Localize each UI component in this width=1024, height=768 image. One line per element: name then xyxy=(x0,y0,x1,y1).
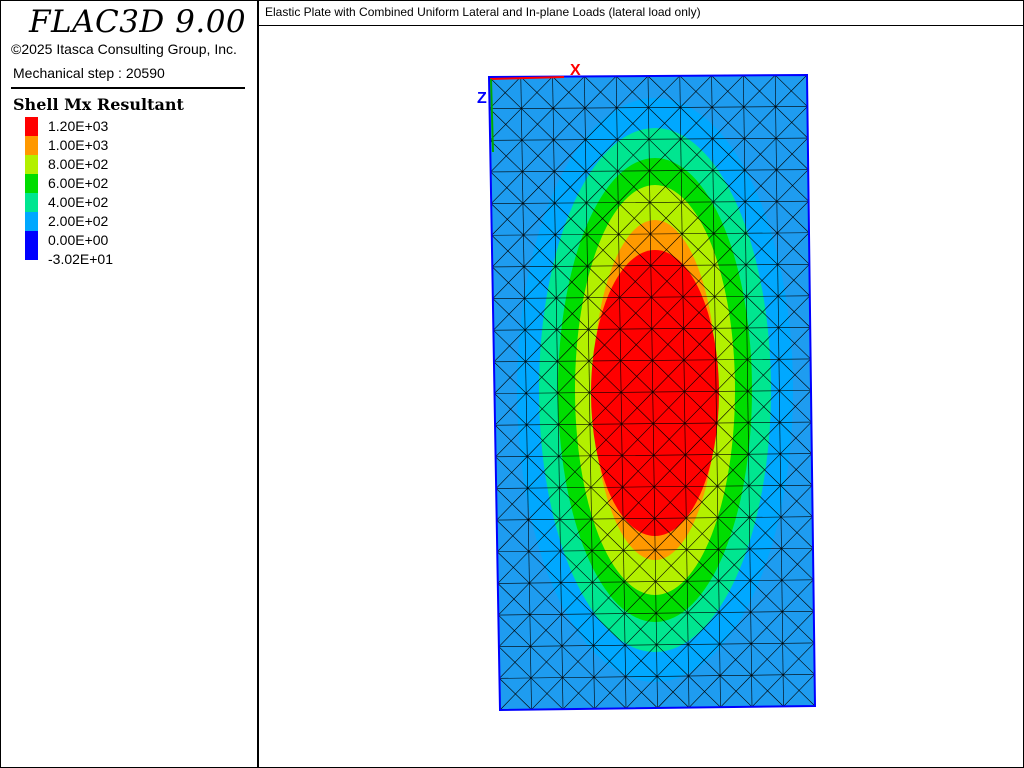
legend-label: 1.20E+03 xyxy=(48,118,109,134)
legend-swatch xyxy=(25,155,38,174)
legend-separator xyxy=(11,87,245,89)
model-viewport[interactable]: X Z xyxy=(259,26,1023,767)
contour-plot: X Z xyxy=(477,62,817,712)
app-window: FLAC3D 9.00 ©2025 Itasca Consulting Grou… xyxy=(0,0,1024,768)
axis-z-label: Z xyxy=(477,90,487,107)
legend-swatch xyxy=(25,136,38,155)
legend-swatch xyxy=(25,117,38,136)
plot-title: Elastic Plate with Combined Uniform Late… xyxy=(265,5,701,19)
legend-swatch xyxy=(25,174,38,193)
copyright-text: ©2025 Itasca Consulting Group, Inc. xyxy=(11,41,237,57)
legend-label: 2.00E+02 xyxy=(48,213,109,229)
legend-label: 1.00E+03 xyxy=(48,137,109,153)
legend-swatch xyxy=(25,231,38,250)
legend-swatch xyxy=(25,212,38,231)
legend-label: 0.00E+00 xyxy=(48,232,109,248)
contour-bands xyxy=(489,75,815,710)
legend-swatch xyxy=(25,250,38,260)
legend-title: Shell Mx Resultant xyxy=(13,95,184,114)
legend-label: 4.00E+02 xyxy=(48,194,109,210)
legend-label: -3.02E+01 xyxy=(48,251,113,267)
plot-title-bar: Elastic Plate with Combined Uniform Late… xyxy=(259,1,1023,26)
contour-band xyxy=(591,250,719,536)
legend-panel: FLAC3D 9.00 ©2025 Itasca Consulting Grou… xyxy=(1,1,259,767)
legend-label: 8.00E+02 xyxy=(48,156,109,172)
legend-swatch xyxy=(25,193,38,212)
mechanical-step: Mechanical step : 20590 xyxy=(13,65,165,81)
axis-x-label: X xyxy=(570,62,581,79)
mechanical-step-label: Mechanical step : 20590 xyxy=(13,65,165,81)
legend-label: 6.00E+02 xyxy=(48,175,109,191)
app-title: FLAC3D 9.00 xyxy=(29,4,247,40)
